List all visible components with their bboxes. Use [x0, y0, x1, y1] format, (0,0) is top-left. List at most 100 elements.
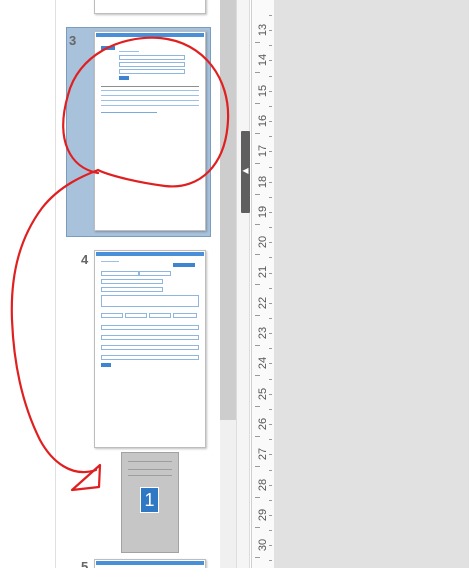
ruler-minor-tick — [269, 121, 272, 123]
ruler-minor-tick — [269, 151, 272, 153]
ruler-label: 16 — [257, 114, 269, 128]
page-number-4: 4 — [81, 252, 89, 267]
ruler-minor-tick — [269, 90, 272, 92]
ruler-minor-tick — [269, 499, 272, 501]
thumb-field — [101, 335, 199, 340]
thumb-line — [128, 461, 172, 462]
ruler-minor-tick — [269, 560, 272, 562]
ruler-label: 17 — [257, 145, 269, 158]
ruler-tick — [255, 526, 260, 528]
thumb-field — [139, 271, 171, 276]
ruler-minor-tick — [269, 211, 272, 213]
thumb-line — [128, 475, 172, 476]
thumb-field — [101, 355, 199, 360]
thumb-line — [101, 100, 199, 101]
thumb-button — [101, 46, 115, 50]
thumb-field — [149, 313, 171, 318]
ruler-label: 30 — [257, 538, 269, 552]
thumb-field — [125, 313, 147, 318]
ruler-minor-tick — [269, 439, 272, 441]
ruler-tick — [255, 72, 260, 74]
ruler-label: 13 — [257, 23, 269, 37]
ruler-minor-tick — [269, 469, 272, 471]
ruler-minor-tick — [269, 454, 272, 456]
thumb-line — [119, 51, 139, 52]
ruler-label: 26 — [257, 417, 269, 431]
ruler-tick — [255, 42, 260, 43]
ruler-label: 27 — [257, 448, 269, 461]
thumb-button — [119, 76, 129, 80]
ruler-minor-tick — [269, 408, 272, 410]
document-canvas[interactable] — [274, 0, 469, 568]
ruler-label: 25 — [257, 387, 269, 400]
thumb-field — [101, 271, 139, 276]
ruler-tick — [255, 345, 260, 346]
ruler-tick — [255, 314, 260, 316]
thumb-field — [101, 325, 199, 330]
ruler-minor-tick — [269, 166, 272, 168]
ruler-tick — [255, 132, 260, 134]
page-thumbnail-2[interactable] — [94, 0, 206, 14]
thumb-line — [101, 86, 199, 87]
ruler-minor-tick — [269, 15, 272, 16]
ruler-minor-tick — [269, 333, 272, 335]
ruler-minor-tick — [269, 196, 272, 198]
ruler-label: 21 — [257, 266, 269, 279]
ruler-minor-tick — [269, 105, 272, 107]
ruler-minor-tick — [269, 227, 272, 229]
ruler-label: 19 — [257, 205, 269, 218]
ruler-minor-tick — [269, 363, 272, 365]
thumb-line — [101, 90, 199, 91]
ruler-minor-tick — [269, 30, 272, 32]
ruler-minor-tick — [269, 45, 272, 47]
thumb-header-bar — [96, 33, 204, 37]
ruler-minor-tick — [269, 318, 272, 319]
ruler-minor-tick — [269, 424, 272, 426]
ruler-label: 15 — [257, 84, 269, 97]
ruler-tick — [255, 435, 260, 437]
thumb-header-bar — [96, 252, 204, 256]
ruler-label: 14 — [257, 54, 269, 67]
ruler-minor-tick — [269, 136, 272, 138]
ruler-minor-tick — [269, 393, 272, 395]
ruler-label: 23 — [257, 326, 269, 340]
thumb-field — [119, 62, 185, 67]
thumbnail-scrollbar[interactable] — [220, 0, 236, 568]
ruler-minor-tick — [269, 272, 272, 274]
ruler-label: 31 — [257, 564, 269, 568]
ruler-tick — [255, 102, 260, 104]
ruler-minor-tick — [269, 257, 272, 259]
ruler-minor-tick — [269, 287, 272, 289]
ruler-minor-tick — [269, 348, 272, 350]
thumb-field — [101, 279, 163, 284]
ruler-label: 28 — [257, 478, 269, 491]
thumb-button — [101, 363, 111, 367]
ruler-minor-tick — [269, 75, 272, 77]
vertical-ruler: 13 14 15 16 17 18 19 20 21 22 23 24 25 26 27 28 29 30 31 — [251, 0, 275, 568]
page-thumbnail-4[interactable] — [94, 250, 206, 448]
thumb-field — [101, 287, 163, 292]
drag-count-badge: 1 — [140, 487, 159, 513]
page-number-5: 5 — [81, 559, 89, 568]
thumb-line — [101, 105, 199, 106]
ruler-minor-tick — [269, 181, 272, 183]
thumb-field — [101, 295, 199, 307]
ruler-tick — [255, 375, 260, 377]
thumb-line — [128, 469, 172, 470]
panel-divider — [55, 0, 56, 568]
screen: 3 4 1 5 ◀ 13 14 15 16 17 18 19 20 21 22 … — [0, 0, 469, 568]
panel-splitter[interactable] — [236, 0, 250, 568]
scrollbar-thumb[interactable] — [220, 0, 236, 420]
collapse-panel-button[interactable]: ◀ — [241, 131, 250, 213]
ruler-minor-tick — [269, 302, 272, 304]
ruler-minor-tick — [269, 378, 272, 380]
page-thumbnail-3[interactable] — [94, 31, 206, 231]
page-number-3: 3 — [69, 33, 77, 48]
ruler-label: 24 — [257, 357, 269, 370]
ruler-tick — [255, 405, 260, 407]
thumb-field — [101, 345, 199, 350]
ruler-tick — [255, 496, 260, 498]
ruler-tick — [255, 223, 260, 225]
ruler-minor-tick — [269, 242, 272, 244]
page-thumbnail-5[interactable] — [94, 559, 206, 568]
